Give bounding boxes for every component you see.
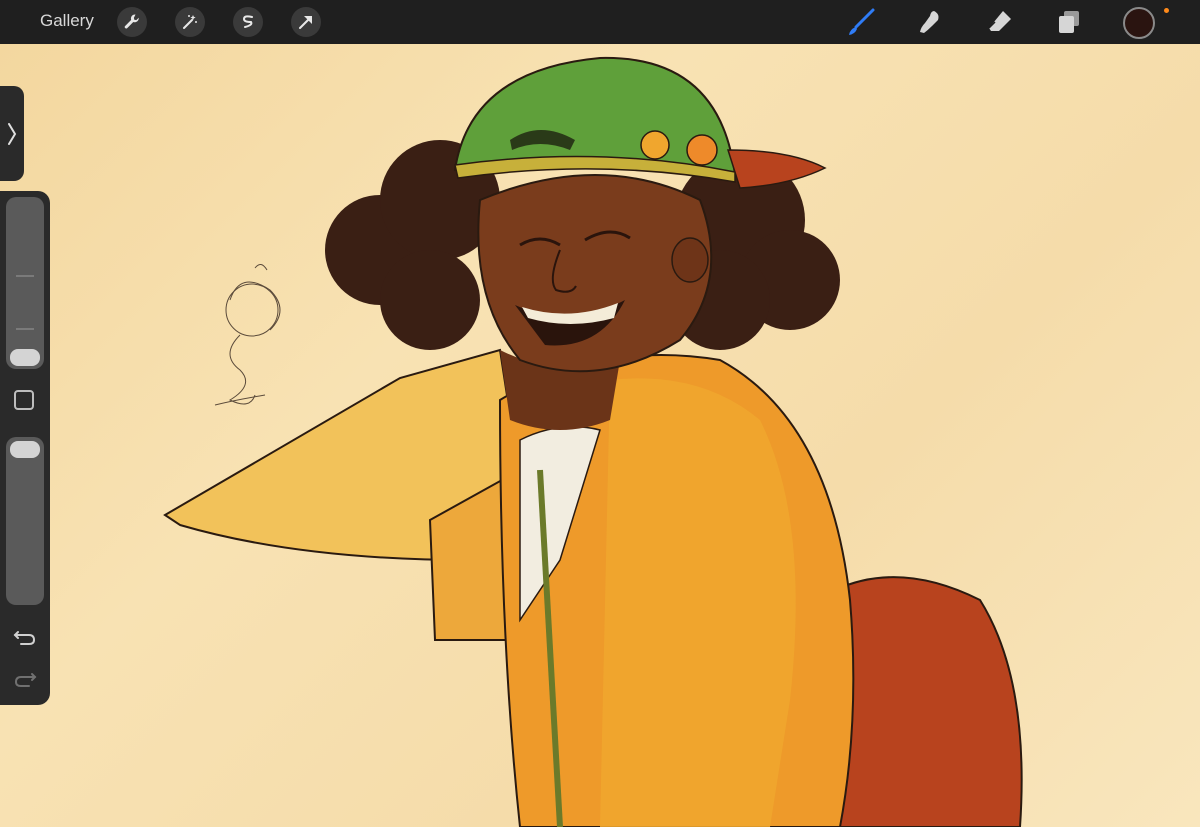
brush-size-slider[interactable] — [6, 197, 44, 369]
redo-icon[interactable] — [12, 666, 38, 692]
layers-icon[interactable] — [1053, 6, 1085, 38]
backpack — [827, 576, 1023, 827]
smudge-icon[interactable] — [914, 6, 946, 38]
top-toolbar: Gallery — [0, 0, 1200, 44]
magic-wand-icon[interactable] — [175, 7, 205, 37]
sidebar — [0, 191, 50, 705]
tiger-pin-badge — [686, 134, 718, 166]
slider-tick — [16, 275, 34, 277]
chevron-right-icon — [8, 122, 17, 145]
artwork — [163, 56, 1023, 827]
brush-size-thumb[interactable] — [10, 349, 40, 366]
brush-icon[interactable] — [845, 6, 877, 38]
modify-button[interactable] — [14, 390, 34, 410]
eraser-icon[interactable] — [984, 6, 1016, 38]
transform-arrow-icon[interactable] — [291, 7, 321, 37]
slider-tick — [16, 328, 34, 330]
opacity-slider[interactable] — [6, 437, 44, 605]
pin-badge — [640, 130, 670, 160]
gallery-button[interactable]: Gallery — [40, 11, 94, 31]
notification-dot — [1164, 8, 1169, 13]
opacity-thumb[interactable] — [10, 441, 40, 458]
undo-icon[interactable] — [12, 624, 38, 650]
sidebar-toggle-button[interactable] — [0, 86, 24, 181]
drawing-canvas[interactable] — [0, 44, 1200, 827]
selection-icon[interactable] — [233, 7, 263, 37]
sketch-doodle — [214, 264, 281, 406]
color-picker-button[interactable] — [1123, 7, 1155, 39]
wrench-icon[interactable] — [117, 7, 147, 37]
